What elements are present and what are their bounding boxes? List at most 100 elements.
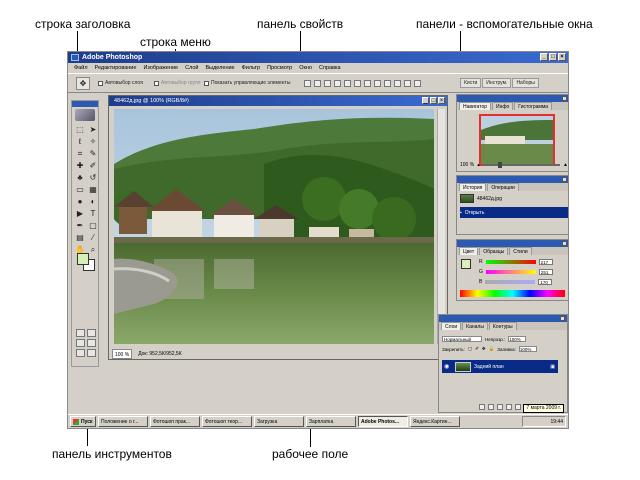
tab-actions[interactable]: Операции <box>487 183 519 191</box>
path-select-icon[interactable]: ▶ <box>75 209 85 219</box>
align-center-icon[interactable] <box>344 80 351 87</box>
tab-history[interactable]: История <box>459 183 487 191</box>
adjustment-layer-icon[interactable] <box>506 404 512 410</box>
document-zoom-field[interactable]: 100 % <box>112 349 133 359</box>
align-bottom-icon[interactable] <box>324 80 331 87</box>
lasso-tool-icon[interactable]: ℓ <box>75 137 85 147</box>
task-button-2[interactable]: Фотошоп прак... <box>150 416 200 427</box>
panel-header[interactable] <box>457 95 568 102</box>
task-button-4[interactable]: Загрузка <box>254 416 304 427</box>
eraser-tool-icon[interactable]: ▭ <box>75 185 85 195</box>
title-bar[interactable]: Adobe Photoshop _ □ × <box>68 52 568 63</box>
eyedropper-icon[interactable]: ⁄ <box>88 233 98 243</box>
zoom-out-icon[interactable]: ▴ <box>477 162 480 168</box>
tab-presets[interactable]: Наборы <box>512 78 539 88</box>
zoom-tool-icon[interactable]: ⌕ <box>88 245 98 255</box>
auto-select-group-checkbox[interactable]: Автовыбор групп <box>154 80 200 86</box>
tab-navigator[interactable]: Навигатор <box>459 102 492 110</box>
tab-histogram[interactable]: Гистограмма <box>514 102 553 110</box>
opacity-field[interactable]: 100% <box>508 336 527 342</box>
marquee-tool-icon[interactable]: ⬚ <box>75 125 85 135</box>
show-controls-checkbox[interactable]: Показать управляющие элементы <box>204 80 290 86</box>
navigator-zoom-value[interactable]: 100 % <box>460 162 474 168</box>
tab-styles[interactable]: Стили <box>509 247 532 255</box>
panel-header[interactable] <box>457 240 568 247</box>
lock-brush-icon[interactable]: ✐ <box>475 346 479 352</box>
document-size-info[interactable]: Док: 952,5К/952,5К <box>138 349 181 359</box>
history-step-row[interactable]: ▪ Открыть <box>460 207 568 218</box>
system-tray-clock[interactable]: 19:44 <box>522 416 566 427</box>
tab-paths[interactable]: Контуры <box>488 322 517 330</box>
tab-brushes[interactable]: Кисти <box>460 78 482 88</box>
close-button[interactable]: × <box>558 53 566 61</box>
eye-icon[interactable]: ◉ <box>444 363 452 370</box>
minimize-button[interactable]: _ <box>540 53 548 61</box>
panel-close-icon[interactable] <box>562 177 567 182</box>
doc-close-button[interactable]: × <box>438 97 445 104</box>
tab-layers[interactable]: Слои <box>441 322 462 330</box>
task-button-3[interactable]: Фотошоп теор... <box>202 416 252 427</box>
auto-select-layer-checkbox[interactable]: Автовыбор слоя <box>98 80 143 86</box>
distribute-middle-icon[interactable] <box>374 80 381 87</box>
new-group-icon[interactable] <box>515 404 521 410</box>
tab-channels[interactable]: Каналы <box>462 322 488 330</box>
menu-image[interactable]: Изображение <box>143 63 178 73</box>
start-button[interactable]: Пуск <box>70 416 96 427</box>
menu-window[interactable]: Окно <box>299 63 312 73</box>
tab-tool-presets[interactable]: Инструм. <box>482 78 512 88</box>
zoom-in-icon[interactable]: ▲ <box>563 162 568 168</box>
task-button-photoshop[interactable]: Adobe Photos... <box>358 416 408 427</box>
panel-header[interactable] <box>457 176 568 183</box>
document-title-bar[interactable]: 48462д.jpg @ 100% (RGB/8#) _ □ × <box>109 96 447 106</box>
lock-move-icon[interactable]: ✥ <box>482 346 486 352</box>
link-layers-icon[interactable] <box>479 404 485 410</box>
adobe-feather-icon[interactable] <box>75 109 95 121</box>
fill-field[interactable]: 100% <box>518 346 537 352</box>
panel-close-icon[interactable] <box>560 316 565 321</box>
tab-swatches[interactable]: Образцы <box>479 247 509 255</box>
clone-stamp-icon[interactable]: ♣ <box>75 173 85 183</box>
move-tool-icon[interactable]: ➤ <box>88 125 98 135</box>
tab-color[interactable]: Цвет <box>459 247 479 255</box>
task-button-7[interactable]: Яндекс.Картин... <box>410 416 460 427</box>
screen-mode-1-icon[interactable] <box>76 339 85 347</box>
menu-file[interactable]: Файл <box>74 63 88 73</box>
menu-edit[interactable]: Редактирование <box>95 63 137 73</box>
menu-select[interactable]: Выделение <box>205 63 234 73</box>
standard-mode-icon[interactable] <box>76 329 85 337</box>
history-brush-icon[interactable]: ↺ <box>88 173 98 183</box>
channel-r-slider[interactable] <box>485 259 536 264</box>
menu-view[interactable]: Просмотр <box>267 63 292 73</box>
image-canvas[interactable] <box>114 109 434 344</box>
move-tool-preset-button[interactable]: ✥ <box>76 77 90 90</box>
tab-info[interactable]: Инфо <box>492 102 514 110</box>
channel-b-slider[interactable] <box>485 279 536 284</box>
color-spectrum-bar[interactable] <box>460 290 565 297</box>
color-fg-swatch[interactable] <box>461 259 471 269</box>
align-right-icon[interactable] <box>354 80 361 87</box>
history-snapshot-row[interactable]: 48462д.jpg <box>460 193 502 204</box>
shape-tool-icon[interactable]: ▢ <box>88 221 98 231</box>
foreground-color-swatch[interactable] <box>77 253 89 265</box>
jump-to-imageready-icon[interactable] <box>87 349 96 357</box>
distribute-bottom-icon[interactable] <box>384 80 391 87</box>
lock-transparency-icon[interactable]: ▢ <box>468 346 472 352</box>
layer-style-icon[interactable] <box>488 404 494 410</box>
align-top-icon[interactable] <box>304 80 311 87</box>
healing-brush-icon[interactable]: ✚ <box>75 161 85 171</box>
layer-row-background[interactable]: ◉ Задний план ▣ <box>442 360 558 373</box>
distribute-top-icon[interactable] <box>364 80 371 87</box>
panel-header[interactable] <box>439 315 567 322</box>
navigator-thumbnail[interactable] <box>479 114 555 166</box>
distribute-right-icon[interactable] <box>414 80 421 87</box>
distribute-center-icon[interactable] <box>404 80 411 87</box>
menu-help[interactable]: Справка <box>319 63 341 73</box>
channel-r-value[interactable]: 217 <box>538 258 553 265</box>
align-left-icon[interactable] <box>334 80 341 87</box>
notes-tool-icon[interactable]: ▤ <box>75 233 85 243</box>
slice-tool-icon[interactable]: ✎ <box>88 149 98 159</box>
panel-close-icon[interactable] <box>562 96 567 101</box>
document-vertical-scrollbar[interactable] <box>437 109 445 344</box>
menu-layer[interactable]: Слой <box>185 63 198 73</box>
doc-minimize-button[interactable]: _ <box>422 97 429 104</box>
